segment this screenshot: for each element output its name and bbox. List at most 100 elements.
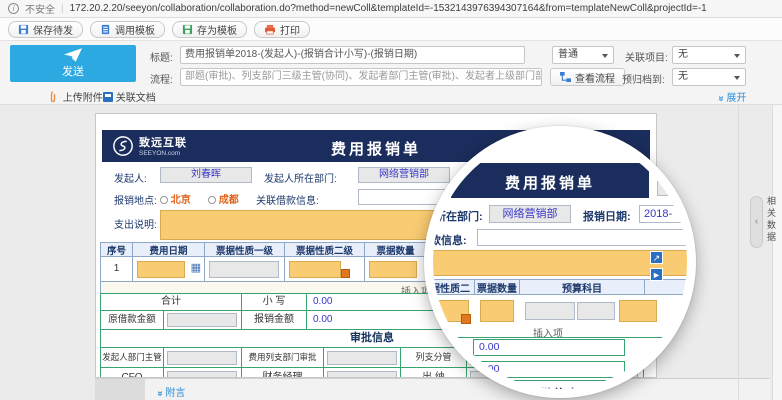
total-label-cell: 合计: [100, 293, 242, 311]
save-draft-label: 保存待发: [33, 22, 73, 37]
archive-value: 无: [678, 71, 688, 82]
archive-label: 预归档到:: [622, 71, 665, 86]
chevron-down-icon: »: [715, 96, 726, 102]
calendar-icon[interactable]: ▦: [191, 261, 201, 274]
expense-note-label: 支出说明:: [114, 216, 157, 231]
finance-manager-input[interactable]: [327, 371, 397, 378]
send-button[interactable]: 发送: [10, 45, 136, 82]
magnifier-words-value[interactable]: 0.00: [473, 339, 625, 356]
original-loan-label-cell: 原借款金额: [100, 310, 164, 330]
originator-field[interactable]: 刘春晖: [160, 167, 252, 183]
col-header-type1: 票据性质一级: [204, 242, 285, 257]
document-icon: [103, 92, 113, 102]
row1-date-input[interactable]: [137, 261, 185, 278]
priority-select[interactable]: 普通: [552, 46, 614, 64]
flow-icon: [560, 72, 571, 82]
related-data-collapse-tab[interactable]: ‹: [750, 196, 763, 248]
approver1-cell: [163, 347, 242, 368]
approver2-label-cell: 费用列支部门审批: [241, 347, 324, 368]
related-data-tab-label[interactable]: 相关数据: [766, 196, 778, 244]
finance-manager-cell: [323, 367, 401, 378]
col-header-count: 票据数量: [364, 242, 427, 257]
info-icon[interactable]: i: [8, 3, 19, 14]
col-header-date: 费用日期: [132, 242, 205, 257]
magnifier-budget-input2[interactable]: [577, 302, 615, 320]
magnifier-grid-line: [428, 337, 692, 338]
original-loan-cell: [163, 310, 242, 330]
cfo-label-cell: CFO: [100, 367, 164, 378]
approver1-input[interactable]: [167, 351, 237, 365]
row1-date-cell: ▦: [132, 256, 205, 282]
magnifier-grid-line: [428, 380, 692, 381]
magnifier-amount-label: 金额: [431, 364, 453, 380]
magnifier-header-budget: 预算科目: [519, 279, 645, 295]
radio-icon: [208, 196, 216, 204]
related-doc-link[interactable]: 关联文档: [103, 89, 156, 104]
magnifier-form-title: 费用报销单: [451, 172, 649, 193]
action-toolbar: 保存待发 调用模板 存为模板 打印: [0, 18, 782, 41]
magnifier-content: 费用报销单 所在部门: 网络营销部 报销日期: 2018- 借款信息: 票据性质…: [433, 135, 687, 389]
row1-type1-input[interactable]: [209, 261, 279, 278]
col-header-type2: 票据性质二级: [284, 242, 365, 257]
approver2-cell: [323, 347, 401, 368]
magnifier-budget-input3[interactable]: [619, 300, 657, 322]
paper-plane-icon: [64, 48, 82, 62]
title-input[interactable]: 费用报销单2018-(发起人)-(报销合计小写)-(报销日期): [180, 46, 525, 64]
magnifier-loan-label: 借款信息:: [424, 232, 467, 248]
original-loan-input[interactable]: [167, 313, 237, 327]
magnifier-date-value[interactable]: 2018-: [639, 205, 687, 223]
lookup-icon[interactable]: [341, 269, 350, 278]
use-template-button[interactable]: 调用模板: [90, 21, 165, 38]
originator-label: 发起人:: [114, 170, 147, 185]
cfo-cell: [163, 367, 242, 378]
footer-block: [95, 379, 145, 400]
approver2-input[interactable]: [327, 351, 397, 365]
view-flow-label: 查看流程: [575, 70, 615, 85]
location-label: 报销地点:: [114, 192, 157, 207]
paperclip-icon: [50, 91, 60, 103]
scrollbar-track[interactable]: [772, 105, 782, 400]
magnifier-count-input[interactable]: [480, 300, 514, 322]
postscript-toggle[interactable]: » 附言: [157, 384, 185, 399]
magnifier-zoom-in-icon[interactable]: ↗: [650, 251, 663, 264]
send-label: 发送: [62, 63, 84, 79]
magnifier-department-label: 所在部门:: [435, 208, 483, 224]
location-radio-chengdu[interactable]: 成都: [208, 191, 239, 206]
location-option-beijing: 北京: [171, 195, 191, 206]
department-label: 发起人所在部门:: [264, 170, 337, 185]
save-draft-button[interactable]: 保存待发: [8, 21, 83, 38]
use-template-label: 调用模板: [115, 22, 155, 37]
address-separator: |: [61, 3, 64, 14]
cfo-input[interactable]: [167, 371, 237, 378]
upload-attachment-link[interactable]: 上传附件: [50, 89, 103, 104]
page-url[interactable]: 172.20.2.20/seeyon/collaboration/collabo…: [70, 3, 707, 14]
flow-label: 流程:: [150, 71, 173, 86]
print-button[interactable]: 打印: [254, 21, 310, 38]
row1-type2-input[interactable]: [289, 261, 341, 278]
expand-toggle[interactable]: » 展开: [718, 89, 746, 104]
flow-input[interactable]: 部题(审批)、列支部门三级主管(协同)、发起者部门主管(审批)、发起者上级部门部…: [180, 68, 542, 86]
panel-divider: [738, 105, 739, 400]
view-flow-button[interactable]: 查看流程: [550, 68, 625, 86]
magnifier-department-value[interactable]: 网络营销部: [489, 205, 571, 223]
row1-count-input[interactable]: [369, 261, 417, 278]
related-project-select[interactable]: 无: [672, 46, 746, 64]
approver1-label-cell: 发起人部门主管: [100, 347, 164, 368]
caret-down-icon: [734, 76, 740, 80]
save-as-template-label: 存为模板: [197, 22, 237, 37]
magnifier-lookup-icon[interactable]: [461, 314, 471, 324]
archive-select[interactable]: 无: [672, 68, 746, 86]
related-project-label: 关联项目:: [625, 49, 668, 64]
browser-address-bar[interactable]: i 不安全 | 172.20.2.20/seeyon/collaboration…: [0, 0, 782, 18]
magnifier-loan-input[interactable]: [477, 229, 687, 246]
save-as-template-icon: [182, 24, 193, 35]
save-as-template-button[interactable]: 存为模板: [172, 21, 247, 38]
location-radio-beijing[interactable]: 北京: [160, 191, 191, 206]
magnifier-pointer-icon[interactable]: ►: [650, 268, 663, 281]
caret-down-icon: [734, 54, 740, 58]
magnifier-amount-value[interactable]: 0.00: [473, 361, 625, 378]
postscript-label: 附言: [165, 388, 185, 399]
magnifier-header-type2: 票据性质二级: [424, 279, 475, 295]
magnifier-budget-input1[interactable]: [525, 302, 575, 320]
magnifier-date-label: 报销日期:: [583, 208, 631, 224]
